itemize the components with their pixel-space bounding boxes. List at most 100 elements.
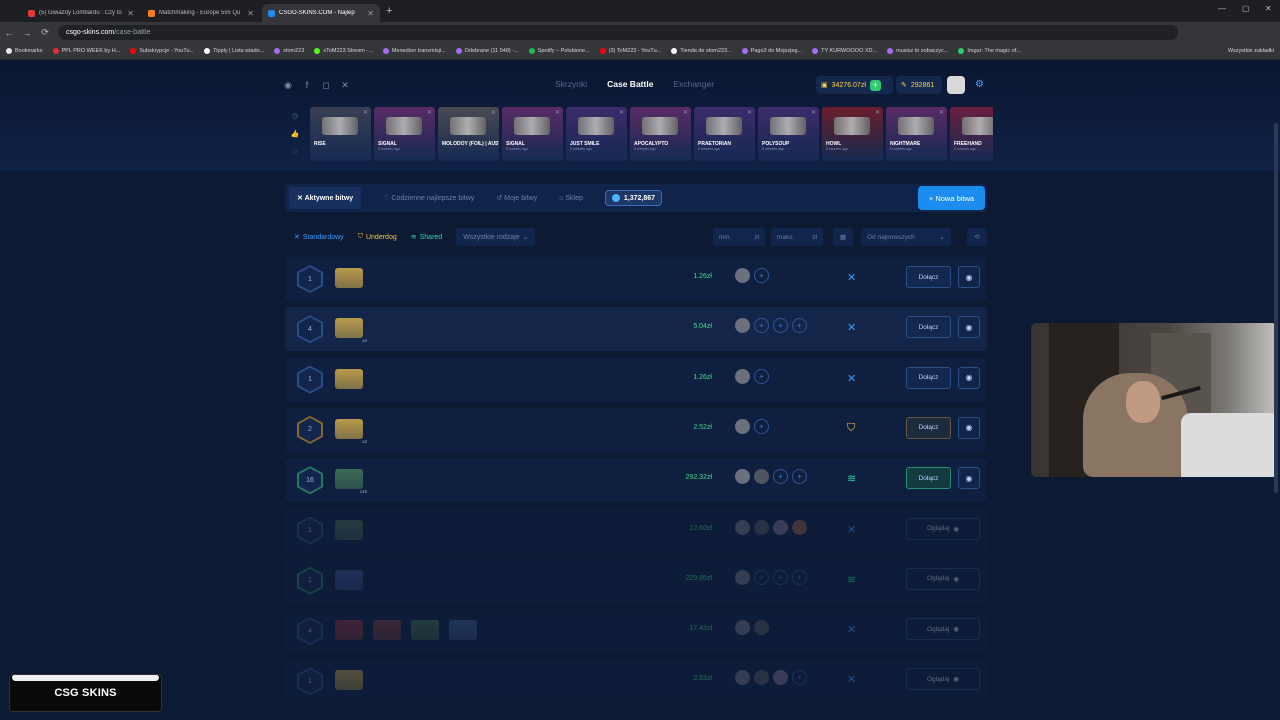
empty-slot-icon[interactable]: + — [792, 469, 807, 485]
kinds-dropdown[interactable]: Wszystkie rodzaje ⌄ — [456, 228, 536, 246]
eye-icon[interactable]: ◉ — [958, 467, 980, 490]
discord-icon[interactable]: ◉ — [283, 80, 293, 90]
close-icon[interactable]: ✕ — [683, 109, 688, 116]
max-price-input[interactable]: maks. zł — [771, 228, 823, 246]
close-icon[interactable]: ✕ — [427, 109, 432, 116]
calendar-icon[interactable]: ▦ — [833, 228, 853, 246]
filter-underdog[interactable]: ⛉ Underdog — [358, 233, 397, 241]
bookmark-item[interactable]: Imgur: The magic of... — [958, 48, 1021, 54]
empty-slot-icon[interactable]: + — [792, 569, 807, 585]
reload-icon[interactable]: ⟳ — [36, 27, 54, 38]
drop-card[interactable]: SIGNAL 5 minutes ago ✕ — [502, 107, 563, 161]
bookmark-item[interactable]: Tienda de xtom223... — [671, 48, 732, 54]
tab-close-icon[interactable]: ✕ — [247, 9, 254, 18]
back-icon[interactable]: ← — [0, 28, 18, 38]
sort-dropdown[interactable]: Od najnowszych ⌄ — [861, 228, 951, 246]
empty-slot-icon[interactable]: + — [754, 318, 769, 334]
empty-slot-icon[interactable]: + — [773, 318, 788, 334]
watch-button[interactable]: Oglądaj ◉ — [906, 517, 980, 540]
drop-card[interactable]: APOCALYPTO 5 minutes ago ✕ — [630, 107, 691, 161]
close-icon[interactable]: ✕ — [939, 109, 944, 116]
bookmark-item[interactable]: TY KURWOOOO XD... — [812, 48, 877, 54]
bookmark-item[interactable]: (3) ToM223 - YouTu... — [599, 48, 661, 54]
watch-button[interactable]: Oglądaj ◉ — [906, 618, 980, 641]
drop-card[interactable]: FREEHAND5 minutes ago✕ — [950, 107, 993, 161]
clock-icon[interactable]: ◷ — [292, 112, 298, 120]
browser-tab[interactable]: Matchmaking - Europe 5v5 Qu ✕ — [142, 4, 260, 22]
drop-card[interactable]: POLYSOUP 5 minutes ago ✕ — [758, 107, 819, 161]
watch-button[interactable]: Oglądaj ◉ — [906, 567, 980, 590]
deposit-button[interactable]: + — [869, 79, 881, 91]
watch-button[interactable]: Oglądaj ◉ — [906, 668, 980, 691]
empty-slot-icon[interactable]: + — [754, 418, 769, 434]
empty-slot-icon[interactable]: + — [773, 569, 788, 585]
address-bar[interactable]: csgo-skins.com/case-battle — [58, 25, 1178, 40]
refresh-icon[interactable]: ⟲ — [967, 228, 987, 246]
empty-slot-icon[interactable]: + — [754, 268, 769, 283]
join-button[interactable]: Dołącz — [906, 316, 951, 339]
eye-icon[interactable]: ◉ — [958, 366, 980, 389]
maximize-icon[interactable]: ▢ — [1242, 4, 1250, 13]
bookmark-item[interactable]: PPL PRO WEEK by H... — [52, 48, 120, 54]
drop-card[interactable]: JUST SMILE 5 minutes ago ✕ — [566, 107, 627, 161]
tab-close-icon[interactable]: ✕ — [367, 9, 374, 18]
join-button[interactable]: Dołącz — [906, 266, 951, 288]
nav-cases[interactable]: Skrzynki — [555, 79, 587, 89]
star-icon[interactable]: ☆ — [292, 148, 298, 156]
filter-standard[interactable]: ✕ Standardowy — [285, 233, 344, 242]
drop-card[interactable]: HOWL 5 minutes ago ✕ — [822, 107, 883, 161]
bookmark-item[interactable]: Bookmarks — [6, 48, 43, 54]
drop-card[interactable]: NIGHTMARE 5 minutes ago ✕ — [886, 107, 947, 161]
close-icon[interactable]: ✕ — [619, 109, 624, 116]
drop-card[interactable]: RISE ✕ — [310, 107, 371, 161]
avatar[interactable] — [947, 76, 965, 94]
bookmark-item[interactable]: Menedżer transmisji... — [382, 48, 446, 54]
new-battle-button[interactable]: + Nowa bitwa — [918, 186, 985, 210]
close-icon[interactable]: ✕ — [491, 109, 496, 116]
tab-daily-best[interactable]: ♡ Codzienne najlepsze bitwy — [383, 194, 474, 202]
close-icon[interactable]: ✕ — [875, 109, 880, 116]
thumb-icon[interactable]: 👍 — [291, 130, 300, 138]
close-icon[interactable]: ✕ — [363, 109, 368, 116]
tab-shop[interactable]: ⌂ Sklep — [559, 195, 583, 202]
drop-card[interactable]: MOLODOY (FOIL) | AUSTIN 2025 ✕ — [438, 107, 499, 161]
join-button[interactable]: Dołącz — [906, 416, 951, 439]
filter-shared[interactable]: ≋ Shared — [411, 233, 442, 242]
drop-card[interactable]: PRAETORIAN 5 minutes ago ✕ — [694, 107, 755, 161]
join-button[interactable]: Dołącz — [906, 467, 951, 490]
empty-slot-icon[interactable]: + — [754, 368, 769, 384]
x-icon[interactable]: ✕ — [340, 80, 350, 90]
drop-card[interactable]: SIGNAL 5 minutes ago ✕ — [374, 107, 435, 161]
close-icon[interactable]: ✕ — [555, 109, 560, 116]
balance-pill[interactable]: ▣ 34276.07zł + — [816, 76, 893, 94]
bookmark-item[interactable]: Spotify – Polubione... — [528, 48, 590, 54]
minimize-icon[interactable]: — — [1218, 4, 1226, 13]
tab-active-battles[interactable]: ✕ Aktywne bitwy — [289, 187, 362, 209]
bookmark-item[interactable]: Tipply | Lista wiado... — [204, 48, 264, 54]
empty-slot-icon[interactable]: + — [754, 569, 769, 585]
all-bookmarks[interactable]: Wszystkie zakładki — [1228, 48, 1280, 54]
bookmark-item[interactable]: xToM223 Stream -... — [314, 48, 373, 54]
instagram-icon[interactable]: ◻ — [321, 80, 331, 90]
close-icon[interactable]: ✕ — [811, 109, 816, 116]
bookmark-item[interactable]: xtom223 — [274, 48, 304, 54]
facebook-icon[interactable]: f — [302, 80, 312, 90]
browser-tab[interactable]: (5) Gwiazdy Lombardu : Czy to ✕ — [22, 4, 140, 22]
bookmark-item[interactable]: Odebrane (11 548) -... — [455, 48, 519, 54]
empty-slot-icon[interactable]: + — [792, 318, 807, 334]
close-icon[interactable]: ✕ — [747, 109, 752, 116]
gear-icon[interactable]: ⚙ — [975, 79, 984, 90]
min-price-input[interactable]: min. zł — [713, 228, 765, 246]
eye-icon[interactable]: ◉ — [958, 416, 980, 439]
scrollbar[interactable] — [1274, 123, 1278, 493]
new-tab-button[interactable]: + — [386, 5, 392, 17]
empty-slot-icon[interactable]: + — [773, 469, 788, 485]
join-button[interactable]: Dołącz — [906, 366, 951, 389]
bookmark-item[interactable]: Subskrypcje - YouTu... — [130, 48, 194, 54]
empty-slot-icon[interactable]: + — [792, 670, 807, 686]
bookmark-item[interactable]: Pago3 do Mojszjeg... — [741, 48, 802, 54]
tab-close-icon[interactable]: ✕ — [127, 9, 134, 18]
tab-my-battles[interactable]: ↺ Moje bitwy — [496, 194, 537, 202]
eye-icon[interactable]: ◉ — [958, 266, 980, 288]
nav-exchanger[interactable]: Exchanger — [673, 79, 714, 89]
